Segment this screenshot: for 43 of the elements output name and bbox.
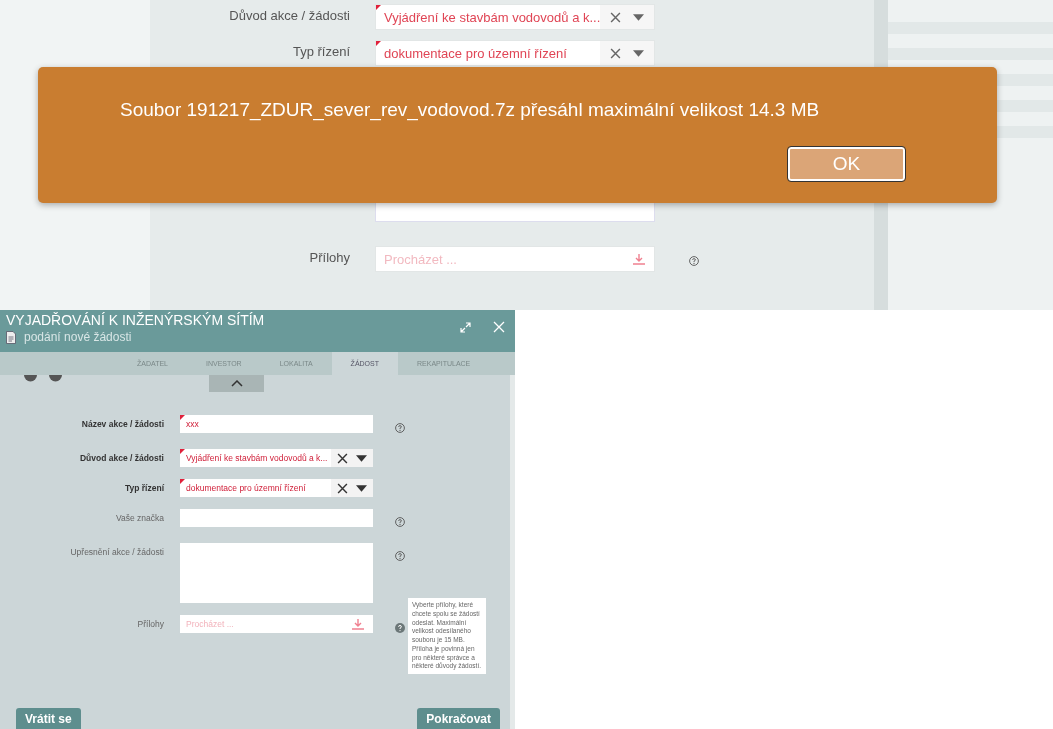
dialog-title: VYJADŘOVÁNÍ K INŽENÝRSKÝM SÍTÍM [6,312,266,328]
select-field[interactable]: Vyjádření ke stavbám vodovodů a k... [375,4,655,30]
clear-icon[interactable] [610,47,621,59]
ok-button[interactable]: OK [788,147,905,181]
clear-icon[interactable] [337,452,348,464]
field-label: Upřesnění akce / žádosti [69,546,165,557]
caret-up-icon [230,380,243,387]
help-icon[interactable] [395,517,405,527]
collapse-button[interactable] [209,375,264,392]
text-field[interactable] [180,509,373,527]
alert-message: Soubor 191217_ZDUR_sever_rev_vodovod.7z přesáhl maximální velikost 14.3 MB [120,99,821,121]
help-icon[interactable] [395,423,405,433]
help-icon[interactable] [395,551,405,561]
field-label: Typ řízení [123,482,165,493]
field-label: Přílohy [136,618,165,629]
field-label: Důvod akce / žádosti [228,7,351,23]
field-label: Důvod akce / žádosti [78,452,165,463]
clear-icon[interactable] [610,11,622,23]
caret-icon[interactable] [356,454,367,462]
text-field[interactable]: xxx [180,415,373,433]
textarea-field[interactable] [180,543,373,603]
field-label: Přílohy [308,249,351,265]
select-field[interactable]: dokumentace pro územní řízení [180,479,373,497]
close-icon[interactable] [493,321,505,333]
select-field[interactable]: Vyjádření ke stavbám vodovodů a k... [180,449,373,467]
caret-icon[interactable] [633,13,645,21]
document-icon [6,330,16,344]
download-icon[interactable] [351,617,365,631]
caret-icon[interactable] [356,484,367,492]
file-field[interactable]: Procházet ... [180,615,373,633]
select-field[interactable]: dokumentace pro územní řízení [375,40,655,66]
clear-icon[interactable] [337,482,348,494]
field-label: Název akce / žádosti [80,418,165,429]
expand-icon[interactable] [460,321,471,333]
help-icon[interactable] [395,623,405,633]
back-button[interactable]: Vrátit se [16,708,81,729]
continue-button[interactable]: Pokračovat [417,708,500,729]
field-label: Typ řízení [291,43,351,59]
caret-icon[interactable] [633,49,644,57]
dialog-subtitle: podání nové žádosti [24,330,132,344]
field-label: Vaše značka [114,512,165,523]
help-icon[interactable] [689,256,699,266]
download-icon[interactable] [632,252,646,266]
